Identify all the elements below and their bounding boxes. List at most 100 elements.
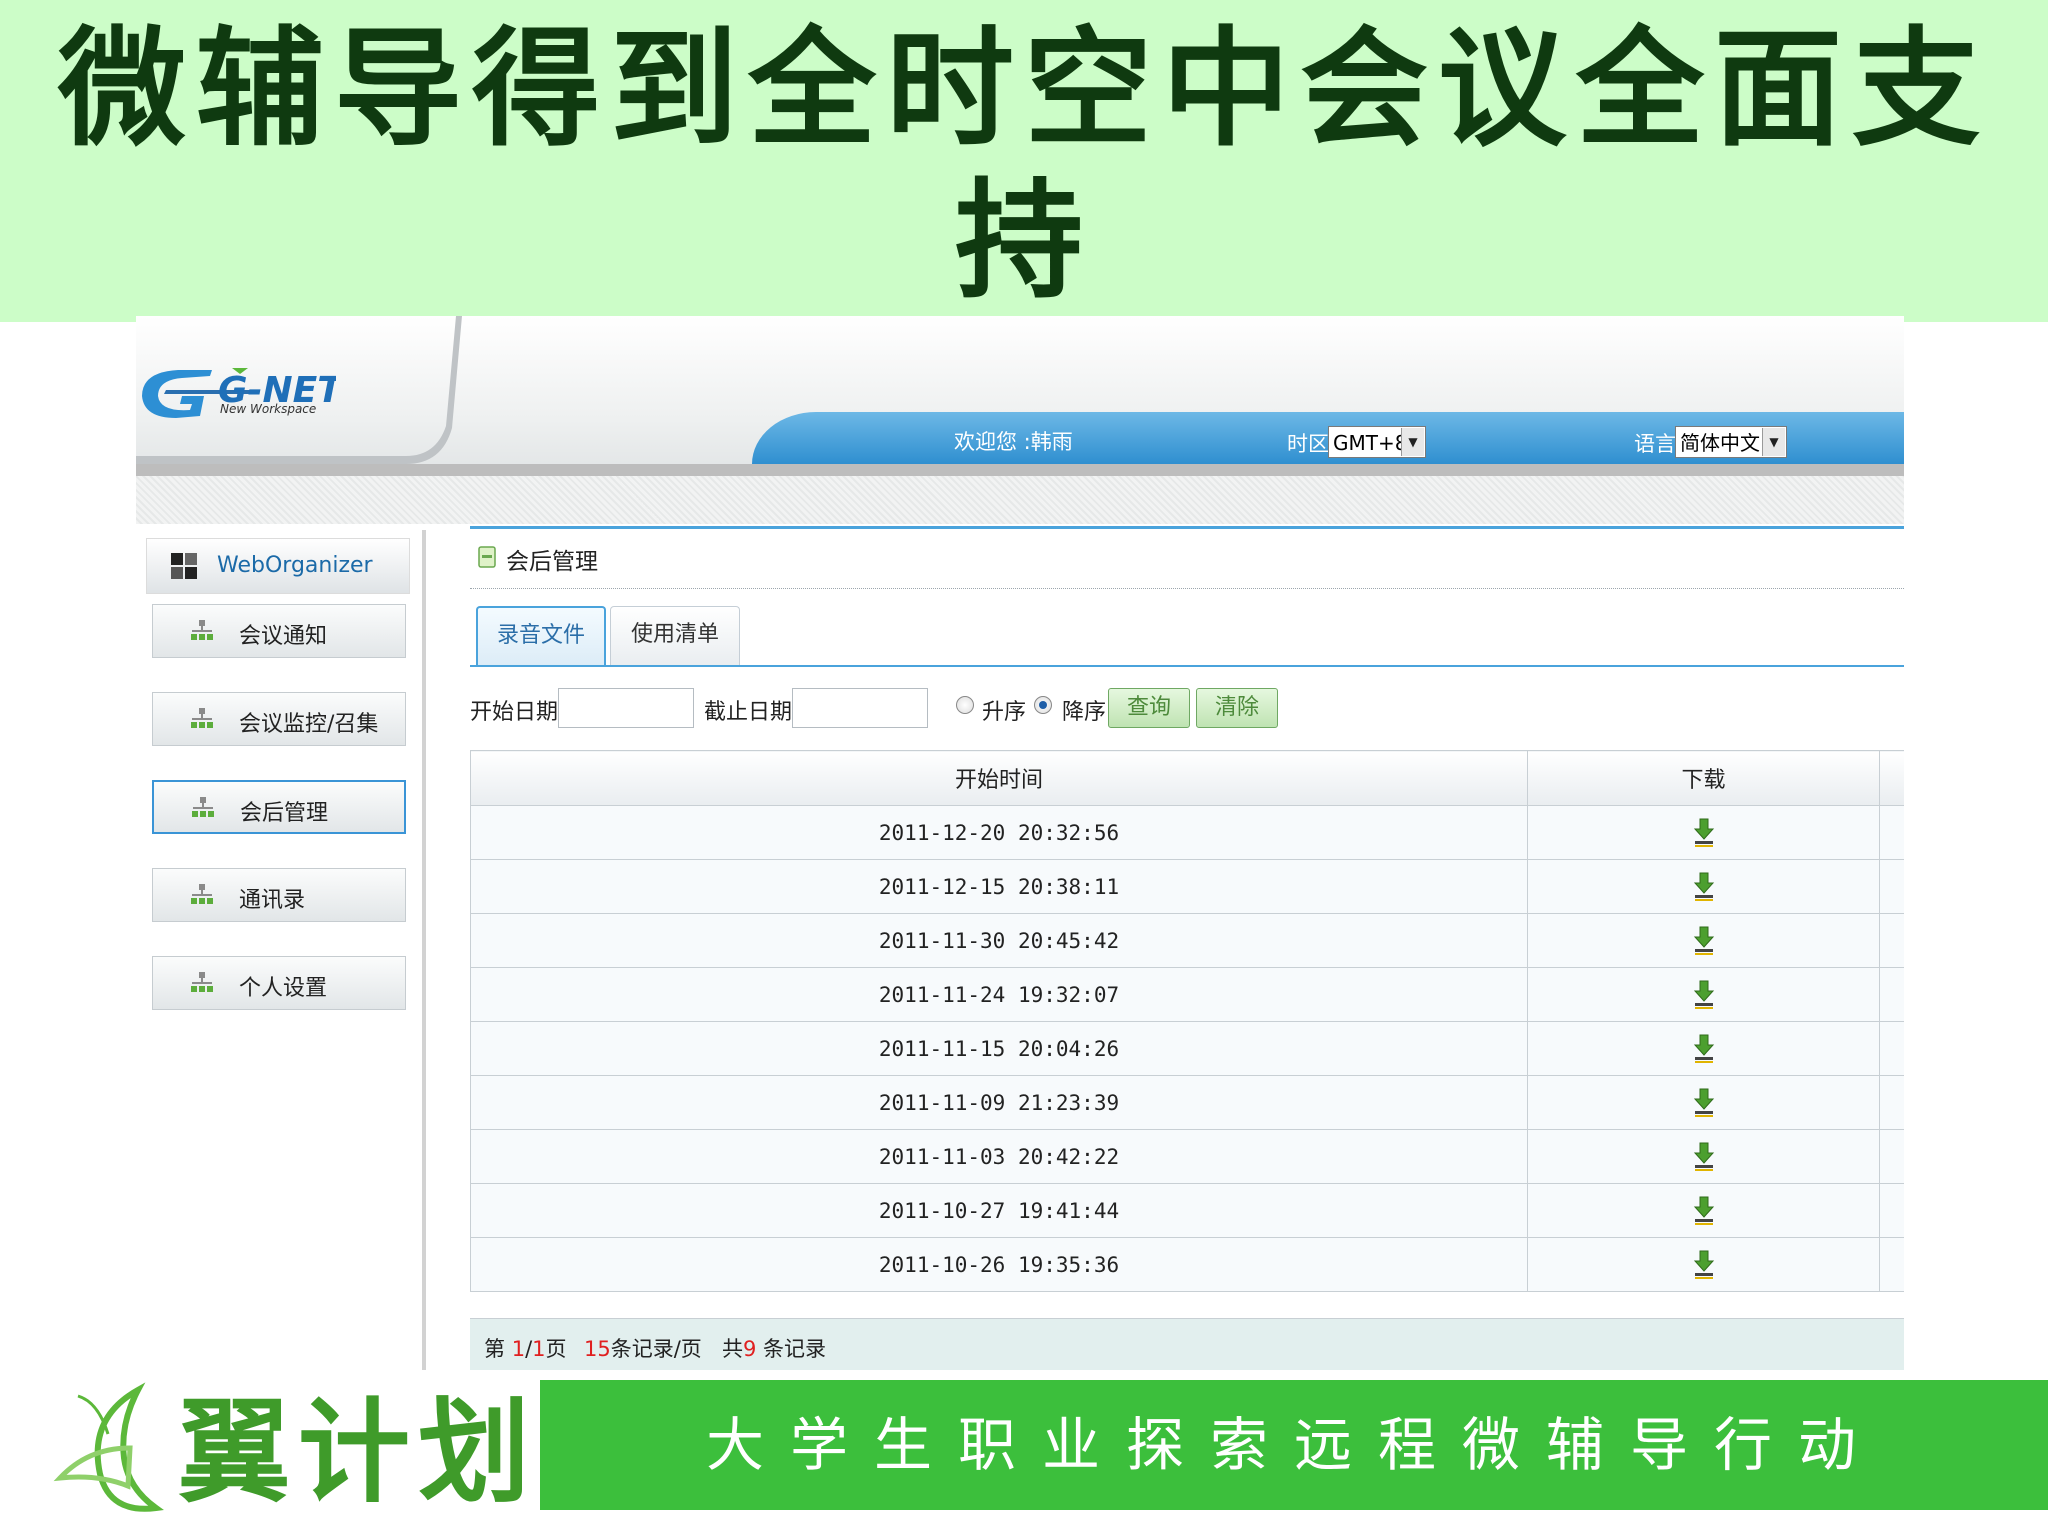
column-header-spacer — [1879, 750, 1904, 806]
download-icon[interactable] — [1692, 979, 1716, 1011]
page-suffix: 页 — [545, 1337, 567, 1361]
table-row: 2011-10-26 19:35:36 — [470, 1237, 1904, 1292]
download-icon[interactable] — [1692, 871, 1716, 903]
download-icon[interactable] — [1692, 925, 1716, 957]
sidebar-item-post-meeting[interactable]: 会后管理 — [152, 780, 406, 834]
table-row: 2011-11-03 20:42:22 — [470, 1129, 1904, 1184]
slogan-band: 大学生职业探索远程微辅导行动 — [540, 1380, 2048, 1510]
spacer-cell — [1879, 1237, 1904, 1292]
app-topbar: G-NET New Workspace 欢迎您 :韩雨 时区 GMT+8 ▼ 语… — [136, 316, 1904, 464]
header-strip — [136, 464, 1904, 476]
timezone-label: 时区 — [1287, 432, 1329, 456]
main-topline — [470, 526, 1904, 529]
sidebar-item-label: 个人设置 — [239, 976, 328, 1001]
ascending-radio[interactable] — [956, 696, 974, 714]
query-button[interactable]: 查询 — [1108, 688, 1190, 728]
start-time-cell: 2011-11-03 20:42:22 — [470, 1129, 1528, 1184]
descending-label: 降序 — [1062, 700, 1107, 725]
sidebar-item-label: 通讯录 — [239, 888, 306, 913]
sidebar-item-label: 会议监控/召集 — [239, 712, 379, 737]
total-pages: 1 — [532, 1337, 546, 1361]
start-time-cell: 2011-11-30 20:45:42 — [470, 913, 1528, 968]
tab-recordings[interactable]: 录音文件 — [476, 606, 606, 666]
sidebar-divider — [422, 530, 426, 1370]
descending-radio[interactable] — [1034, 696, 1052, 714]
main-content: 会后管理 录音文件 使用清单 开始日期: 截止日期: 升序 降序 查询 清除 开… — [470, 526, 1904, 1370]
spacer-cell — [1879, 859, 1904, 914]
clear-button[interactable]: 清除 — [1196, 688, 1278, 728]
start-time-cell: 2011-12-15 20:38:11 — [470, 859, 1528, 914]
total-records-info: 共9 条记录 — [722, 1333, 826, 1363]
table-row: 2011-11-30 20:45:42 — [470, 913, 1904, 968]
pagination-bar: 第 1/1页 15条记录/页 共9 条记录 — [470, 1318, 1904, 1370]
table-row: 2011-11-24 19:32:07 — [470, 967, 1904, 1022]
table-body: 2011-12-20 20:32:56 2011-12-15 20:38:11 20… — [470, 805, 1904, 1292]
chevron-down-icon: ▼ — [1401, 428, 1424, 456]
start-time-cell: 2011-11-24 19:32:07 — [470, 967, 1528, 1022]
logo-subtitle: New Workspace — [220, 402, 317, 416]
total-suffix: 条记录 — [756, 1337, 827, 1361]
start-time-cell: 2011-11-09 21:23:39 — [470, 1075, 1528, 1130]
column-header-start-time[interactable]: 开始时间 — [470, 750, 1528, 806]
sidebar-item-label: 会后管理 — [240, 801, 329, 826]
sidebar-item-label: 会议通知 — [239, 624, 328, 649]
hatched-band — [136, 476, 1904, 524]
per-page-info: 15条记录/页 — [584, 1333, 702, 1363]
download-cell — [1527, 1183, 1880, 1238]
pagination-info: 第 1/1页 — [484, 1333, 567, 1363]
spacer-cell — [1879, 967, 1904, 1022]
end-date-label: 截止日期: — [704, 700, 800, 725]
table-header-row: 开始时间 下载 — [470, 750, 1904, 806]
table-row: 2011-11-15 20:04:26 — [470, 1021, 1904, 1076]
ascending-label: 升序 — [982, 700, 1027, 725]
language-value: 简体中文 — [1680, 431, 1760, 455]
download-icon[interactable] — [1692, 1033, 1716, 1065]
chevron-down-icon: ▼ — [1762, 428, 1785, 456]
download-icon[interactable] — [1692, 817, 1716, 849]
spacer-cell — [1879, 1183, 1904, 1238]
download-cell — [1527, 967, 1880, 1022]
section-icon — [478, 546, 496, 568]
start-time-cell: 2011-11-15 20:04:26 — [470, 1021, 1528, 1076]
spacer-cell — [1879, 1021, 1904, 1076]
sidebar-item-contacts[interactable]: 通讯录 — [152, 868, 406, 922]
start-date-input[interactable] — [558, 688, 694, 728]
sidebar-item-personal-settings[interactable]: 个人设置 — [152, 956, 406, 1010]
current-page: 1 — [511, 1337, 526, 1361]
download-cell — [1527, 1129, 1880, 1184]
spacer-cell — [1879, 1129, 1904, 1184]
sidebar-item-meeting-monitor[interactable]: 会议监控/召集 — [152, 692, 406, 746]
download-icon[interactable] — [1692, 1195, 1716, 1227]
sidebar-header-label: WebOrganizer — [217, 553, 373, 578]
download-icon[interactable] — [1692, 1249, 1716, 1281]
brand-name: 翼计划 — [178, 1387, 538, 1518]
language-select[interactable]: 简体中文 ▼ — [1675, 426, 1787, 458]
language-label: 语言 — [1634, 432, 1676, 456]
org-chart-icon — [192, 797, 214, 817]
sidebar: WebOrganizer 会议通知 会议监控/召集 会后管理 通讯录 个人设置 — [136, 530, 426, 1370]
org-chart-icon — [191, 620, 213, 640]
download-cell — [1527, 859, 1880, 914]
total-prefix: 共 — [722, 1337, 743, 1361]
timezone-select[interactable]: GMT+8 ▼ — [1328, 426, 1426, 458]
grid-icon — [171, 553, 197, 579]
sidebar-item-meeting-notice[interactable]: 会议通知 — [152, 604, 406, 658]
section-title: 会后管理 — [506, 549, 598, 575]
tab-usage-list[interactable]: 使用清单 — [610, 606, 740, 666]
slogan-text: 大学生职业探索远程微辅导行动 — [705, 1411, 1882, 1479]
download-icon[interactable] — [1692, 1087, 1716, 1119]
download-icon[interactable] — [1692, 1141, 1716, 1173]
gnet-logo: G-NET — [142, 368, 336, 418]
spacer-cell — [1879, 1075, 1904, 1130]
start-time-cell: 2011-12-20 20:32:56 — [470, 805, 1528, 860]
dotted-divider — [470, 588, 1904, 589]
end-date-input[interactable] — [792, 688, 928, 728]
per-page-count: 15 — [584, 1337, 611, 1361]
start-date-label: 开始日期: — [470, 700, 566, 725]
download-cell — [1527, 913, 1880, 968]
spacer-cell — [1879, 805, 1904, 860]
org-chart-icon — [191, 884, 213, 904]
total-records: 9 — [743, 1337, 757, 1361]
column-header-download[interactable]: 下载 — [1527, 750, 1880, 806]
app-screenshot: G-NET New Workspace 欢迎您 :韩雨 时区 GMT+8 ▼ 语… — [136, 316, 1904, 1370]
